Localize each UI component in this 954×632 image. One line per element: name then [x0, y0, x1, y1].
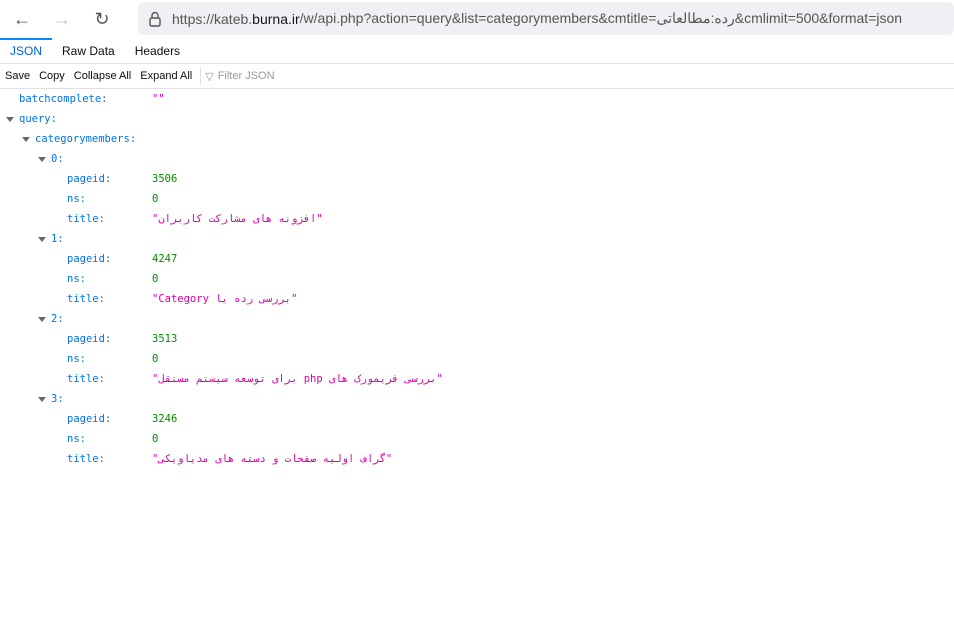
index-label: 3: [51, 393, 64, 405]
copy-button[interactable]: Copy [34, 70, 69, 82]
title-value: بررسی فریمورک های php برای توسعه سیستم م… [152, 373, 443, 385]
title-value: گراف اولیه صفحات و دسته های مدیاویکی [152, 453, 392, 465]
tab-json[interactable]: JSON [0, 38, 53, 63]
tree-row-query[interactable]: query: [0, 109, 954, 129]
tree-row-title[interactable]: title: گراف اولیه صفحات و دسته های مدیاوی… [0, 449, 954, 469]
key-label: pageid: [67, 173, 112, 185]
tab-headers[interactable]: Headers [125, 38, 190, 63]
tree-row-title[interactable]: title: افزونه های مشارکت کاربران [0, 209, 954, 229]
ns-value: 0 [152, 193, 159, 205]
pageid-value: 3513 [152, 333, 178, 345]
url-prefix: https://kateb. [172, 10, 253, 27]
title-value: بررسی رده یا Category [152, 293, 297, 305]
value [152, 93, 165, 105]
key-label: title: [67, 453, 105, 465]
tree-row-pageid[interactable]: pageid: 4247 [0, 249, 954, 269]
key-label: categorymembers: [35, 133, 137, 145]
tree-row-member[interactable]: 2: [0, 309, 954, 329]
key-label: pageid: [67, 253, 112, 265]
key-label: batchcomplete: [19, 93, 108, 105]
tree-row-title[interactable]: title: بررسی رده یا Category [0, 289, 954, 309]
tree-row-member[interactable]: 1: [0, 229, 954, 249]
tree-row-categorymembers[interactable]: categorymembers: [0, 129, 954, 149]
tree-row-title[interactable]: title: بررسی فریمورک های php برای توسعه س… [0, 369, 954, 389]
filter-icon: ▽ [205, 70, 214, 83]
url-domain: burna.ir [252, 10, 300, 27]
key-label: ns: [67, 273, 86, 285]
expand-triangle-icon[interactable] [22, 136, 30, 142]
arrow-left-icon: ← [13, 8, 31, 29]
reload-icon: ↻ [94, 8, 110, 29]
title-value: افزونه های مشارکت کاربران [152, 213, 323, 225]
tree-row-ns[interactable]: ns: 0 [0, 189, 954, 209]
tree-row-batchcomplete[interactable]: batchcomplete: [0, 89, 954, 109]
pageid-value: 4247 [152, 253, 178, 265]
key-label: title: [67, 373, 105, 385]
reload-button[interactable]: ↻ [84, 4, 120, 34]
key-label: query: [19, 113, 57, 125]
expand-triangle-icon[interactable] [38, 316, 46, 322]
filter-placeholder: Filter JSON [217, 70, 275, 82]
collapse-all-button[interactable]: Collapse All [69, 70, 135, 82]
tree-row-member[interactable]: 0: [0, 149, 954, 169]
filter-json-input[interactable]: ▽ Filter JSON [205, 70, 274, 83]
key-label: ns: [67, 353, 86, 365]
viewer-tabs: JSON Raw Data Headers [0, 38, 954, 64]
forward-button[interactable]: → [44, 4, 80, 34]
key-label: ns: [67, 193, 86, 205]
key-label: ns: [67, 433, 86, 445]
json-tree: batchcomplete: query: categorymembers: 0… [0, 89, 954, 469]
tree-row-member[interactable]: 3: [0, 389, 954, 409]
tree-row-ns[interactable]: ns: 0 [0, 429, 954, 449]
lock-icon [148, 11, 164, 27]
url-path: /w/api.php?action=query&list=categorymem… [299, 10, 903, 26]
expand-triangle-icon[interactable] [38, 396, 46, 402]
index-label: 1: [51, 233, 64, 245]
expand-triangle-icon[interactable] [6, 116, 14, 122]
tab-raw-data[interactable]: Raw Data [52, 38, 125, 63]
json-toolbar: Save Copy Collapse All Expand All ▽ Filte… [0, 64, 954, 89]
expand-all-button[interactable]: Expand All [135, 70, 196, 82]
tree-row-ns[interactable]: ns: 0 [0, 269, 954, 289]
key-label: pageid: [67, 333, 112, 345]
arrow-right-icon: → [53, 8, 71, 29]
ns-value: 0 [152, 273, 159, 285]
url-bar[interactable]: https://kateb. burna.ir/w/api.php?action=… [138, 2, 954, 35]
ns-value: 0 [152, 353, 159, 365]
tree-row-pageid[interactable]: pageid: 3513 [0, 329, 954, 349]
index-label: 0: [51, 153, 64, 165]
expand-triangle-icon[interactable] [38, 236, 46, 242]
ns-value: 0 [152, 433, 159, 445]
tree-row-ns[interactable]: ns: 0 [0, 349, 954, 369]
key-label: title: [67, 213, 105, 225]
back-button[interactable]: ← [4, 4, 40, 34]
divider [200, 68, 202, 84]
pageid-value: 3506 [152, 173, 178, 185]
expand-triangle-icon[interactable] [38, 156, 46, 162]
key-label: title: [67, 293, 105, 305]
tree-row-pageid[interactable]: pageid: 3506 [0, 169, 954, 189]
tree-row-pageid[interactable]: pageid: 3246 [0, 409, 954, 429]
pageid-value: 3246 [152, 413, 178, 425]
save-button[interactable]: Save [0, 70, 34, 82]
index-label: 2: [51, 313, 64, 325]
key-label: pageid: [67, 413, 112, 425]
